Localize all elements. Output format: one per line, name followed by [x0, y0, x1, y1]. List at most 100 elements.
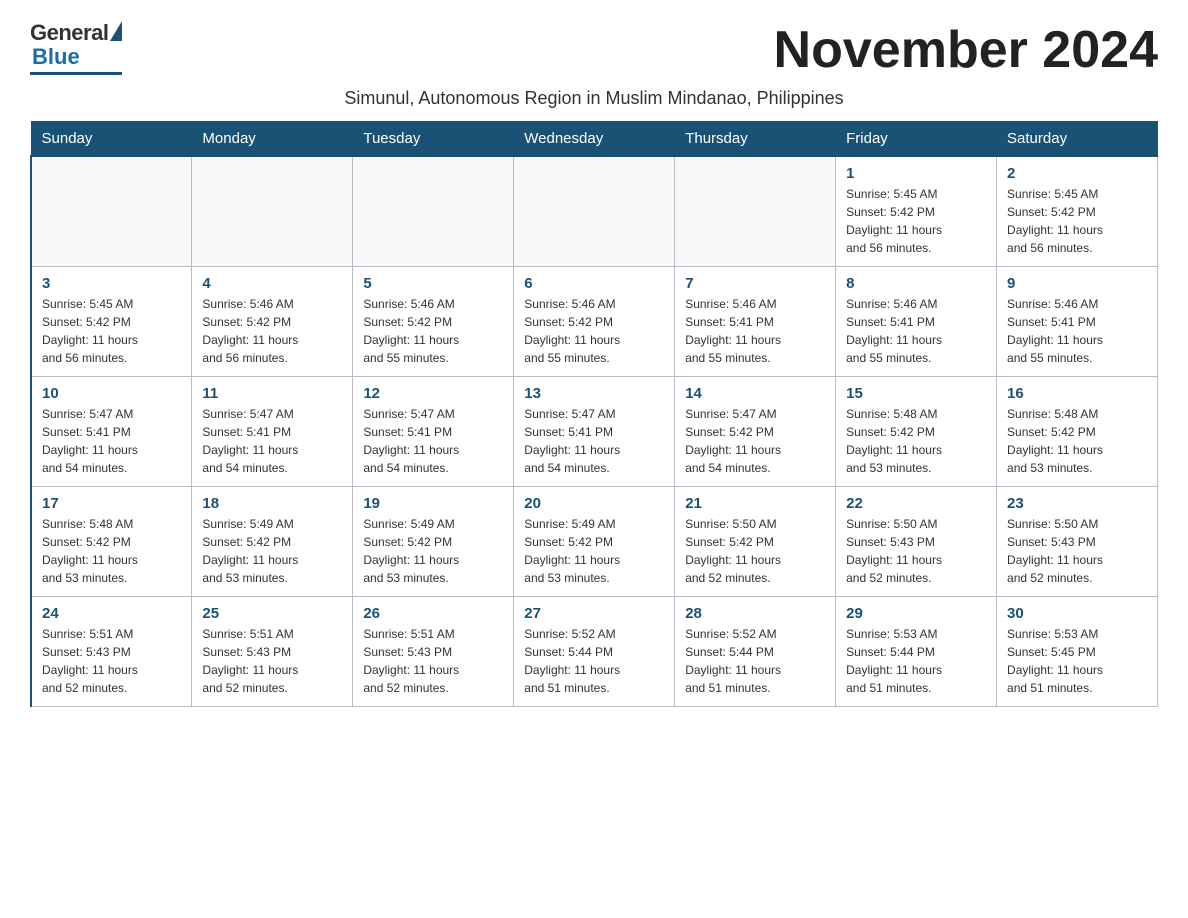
- day-info: Sunrise: 5:51 AM Sunset: 5:43 PM Dayligh…: [202, 625, 342, 697]
- calendar-week-row: 24 Sunrise: 5:51 AM Sunset: 5:43 PM Dayli…: [31, 596, 1158, 706]
- day-number: 9: [1007, 275, 1147, 292]
- header-day-saturday: Saturday: [997, 122, 1158, 157]
- calendar-cell: 1 Sunrise: 5:45 AM Sunset: 5:42 PM Daylig…: [836, 156, 997, 266]
- day-info: Sunrise: 5:47 AM Sunset: 5:41 PM Dayligh…: [363, 405, 503, 477]
- day-info: Sunrise: 5:47 AM Sunset: 5:41 PM Dayligh…: [524, 405, 664, 477]
- calendar-cell: 28 Sunrise: 5:52 AM Sunset: 5:44 PM Dayli…: [675, 596, 836, 706]
- day-info: Sunrise: 5:46 AM Sunset: 5:42 PM Dayligh…: [363, 295, 503, 367]
- day-number: 27: [524, 605, 664, 622]
- calendar-cell: 18Sunrise: 5:49 AM Sunset: 5:42 PM Dayli…: [192, 486, 353, 596]
- day-number: 20: [524, 495, 664, 512]
- calendar-cell: 7 Sunrise: 5:46 AM Sunset: 5:41 PM Daylig…: [675, 266, 836, 376]
- day-number: 25: [202, 605, 342, 622]
- header-day-tuesday: Tuesday: [353, 122, 514, 157]
- page-title: November 2024: [774, 20, 1158, 80]
- logo-underline: [30, 72, 122, 75]
- day-info: Sunrise: 5:45 AM Sunset: 5:42 PM Dayligh…: [1007, 185, 1147, 257]
- day-number: 5: [363, 275, 503, 292]
- day-info: Sunrise: 5:45 AM Sunset: 5:42 PM Dayligh…: [42, 295, 181, 367]
- day-info: Sunrise: 5:49 AM Sunset: 5:42 PM Dayligh…: [363, 515, 503, 587]
- calendar-cell: 22 Sunrise: 5:50 AM Sunset: 5:43 PM Dayli…: [836, 486, 997, 596]
- day-info: Sunrise: 5:52 AM Sunset: 5:44 PM Dayligh…: [685, 625, 825, 697]
- calendar-cell: 16Sunrise: 5:48 AM Sunset: 5:42 PM Dayli…: [997, 376, 1158, 486]
- day-info: Sunrise: 5:49 AM Sunset: 5:42 PM Dayligh…: [202, 515, 342, 587]
- logo-general-text: General: [30, 20, 108, 46]
- calendar-cell: 5 Sunrise: 5:46 AM Sunset: 5:42 PM Daylig…: [353, 266, 514, 376]
- calendar-cell: [192, 156, 353, 266]
- calendar-cell: 14 Sunrise: 5:47 AM Sunset: 5:42 PM Dayli…: [675, 376, 836, 486]
- day-number: 21: [685, 495, 825, 512]
- day-info: Sunrise: 5:46 AM Sunset: 5:41 PM Dayligh…: [1007, 295, 1147, 367]
- calendar-week-row: 1 Sunrise: 5:45 AM Sunset: 5:42 PM Daylig…: [31, 156, 1158, 266]
- day-number: 17: [42, 495, 181, 512]
- day-number: 14: [685, 385, 825, 402]
- day-info: Sunrise: 5:48 AM Sunset: 5:42 PM Dayligh…: [846, 405, 986, 477]
- day-number: 22: [846, 495, 986, 512]
- calendar-cell: 11 Sunrise: 5:47 AM Sunset: 5:41 PM Dayli…: [192, 376, 353, 486]
- calendar-cell: 10 Sunrise: 5:47 AM Sunset: 5:41 PM Dayli…: [31, 376, 192, 486]
- calendar-cell: [31, 156, 192, 266]
- day-number: 2: [1007, 165, 1147, 182]
- calendar-cell: 30 Sunrise: 5:53 AM Sunset: 5:45 PM Dayli…: [997, 596, 1158, 706]
- day-info: Sunrise: 5:47 AM Sunset: 5:41 PM Dayligh…: [202, 405, 342, 477]
- day-info: Sunrise: 5:50 AM Sunset: 5:43 PM Dayligh…: [1007, 515, 1147, 587]
- calendar-cell: [514, 156, 675, 266]
- calendar-cell: 2 Sunrise: 5:45 AM Sunset: 5:42 PM Daylig…: [997, 156, 1158, 266]
- day-number: 19: [363, 495, 503, 512]
- calendar-cell: 26 Sunrise: 5:51 AM Sunset: 5:43 PM Dayli…: [353, 596, 514, 706]
- header-day-monday: Monday: [192, 122, 353, 157]
- day-info: Sunrise: 5:46 AM Sunset: 5:42 PM Dayligh…: [202, 295, 342, 367]
- day-number: 10: [42, 385, 181, 402]
- day-info: Sunrise: 5:53 AM Sunset: 5:45 PM Dayligh…: [1007, 625, 1147, 697]
- day-number: 30: [1007, 605, 1147, 622]
- day-number: 13: [524, 385, 664, 402]
- day-number: 28: [685, 605, 825, 622]
- day-number: 16: [1007, 385, 1147, 402]
- day-info: Sunrise: 5:53 AM Sunset: 5:44 PM Dayligh…: [846, 625, 986, 697]
- calendar-cell: 15 Sunrise: 5:48 AM Sunset: 5:42 PM Dayli…: [836, 376, 997, 486]
- day-number: 7: [685, 275, 825, 292]
- day-number: 1: [846, 165, 986, 182]
- day-number: 15: [846, 385, 986, 402]
- day-info: Sunrise: 5:46 AM Sunset: 5:41 PM Dayligh…: [846, 295, 986, 367]
- day-number: 6: [524, 275, 664, 292]
- calendar-header-row: SundayMondayTuesdayWednesdayThursdayFrid…: [31, 122, 1158, 157]
- day-info: Sunrise: 5:45 AM Sunset: 5:42 PM Dayligh…: [846, 185, 986, 257]
- day-number: 29: [846, 605, 986, 622]
- header-day-friday: Friday: [836, 122, 997, 157]
- day-number: 12: [363, 385, 503, 402]
- calendar-cell: [353, 156, 514, 266]
- calendar-cell: 9 Sunrise: 5:46 AM Sunset: 5:41 PM Daylig…: [997, 266, 1158, 376]
- calendar-week-row: 3 Sunrise: 5:45 AM Sunset: 5:42 PM Daylig…: [31, 266, 1158, 376]
- calendar-cell: 4 Sunrise: 5:46 AM Sunset: 5:42 PM Daylig…: [192, 266, 353, 376]
- header-day-wednesday: Wednesday: [514, 122, 675, 157]
- calendar-cell: 27 Sunrise: 5:52 AM Sunset: 5:44 PM Dayli…: [514, 596, 675, 706]
- day-number: 3: [42, 275, 181, 292]
- calendar-cell: 25 Sunrise: 5:51 AM Sunset: 5:43 PM Dayli…: [192, 596, 353, 706]
- day-info: Sunrise: 5:50 AM Sunset: 5:43 PM Dayligh…: [846, 515, 986, 587]
- calendar-table: SundayMondayTuesdayWednesdayThursdayFrid…: [30, 121, 1158, 707]
- day-number: 4: [202, 275, 342, 292]
- day-number: 8: [846, 275, 986, 292]
- day-number: 11: [202, 385, 342, 402]
- logo-triangle-icon: [110, 21, 122, 41]
- calendar-cell: 20Sunrise: 5:49 AM Sunset: 5:42 PM Dayli…: [514, 486, 675, 596]
- calendar-week-row: 17 Sunrise: 5:48 AM Sunset: 5:42 PM Dayli…: [31, 486, 1158, 596]
- calendar-cell: 23 Sunrise: 5:50 AM Sunset: 5:43 PM Dayli…: [997, 486, 1158, 596]
- day-number: 24: [42, 605, 181, 622]
- logo: General Blue: [30, 20, 122, 75]
- day-info: Sunrise: 5:46 AM Sunset: 5:42 PM Dayligh…: [524, 295, 664, 367]
- day-info: Sunrise: 5:48 AM Sunset: 5:42 PM Dayligh…: [42, 515, 181, 587]
- calendar-cell: 6 Sunrise: 5:46 AM Sunset: 5:42 PM Daylig…: [514, 266, 675, 376]
- day-info: Sunrise: 5:51 AM Sunset: 5:43 PM Dayligh…: [363, 625, 503, 697]
- calendar-cell: 29 Sunrise: 5:53 AM Sunset: 5:44 PM Dayli…: [836, 596, 997, 706]
- day-info: Sunrise: 5:50 AM Sunset: 5:42 PM Dayligh…: [685, 515, 825, 587]
- day-info: Sunrise: 5:52 AM Sunset: 5:44 PM Dayligh…: [524, 625, 664, 697]
- day-info: Sunrise: 5:46 AM Sunset: 5:41 PM Dayligh…: [685, 295, 825, 367]
- day-number: 26: [363, 605, 503, 622]
- day-info: Sunrise: 5:47 AM Sunset: 5:42 PM Dayligh…: [685, 405, 825, 477]
- calendar-cell: 13 Sunrise: 5:47 AM Sunset: 5:41 PM Dayli…: [514, 376, 675, 486]
- logo-blue-text: Blue: [32, 44, 80, 70]
- day-number: 23: [1007, 495, 1147, 512]
- day-info: Sunrise: 5:47 AM Sunset: 5:41 PM Dayligh…: [42, 405, 181, 477]
